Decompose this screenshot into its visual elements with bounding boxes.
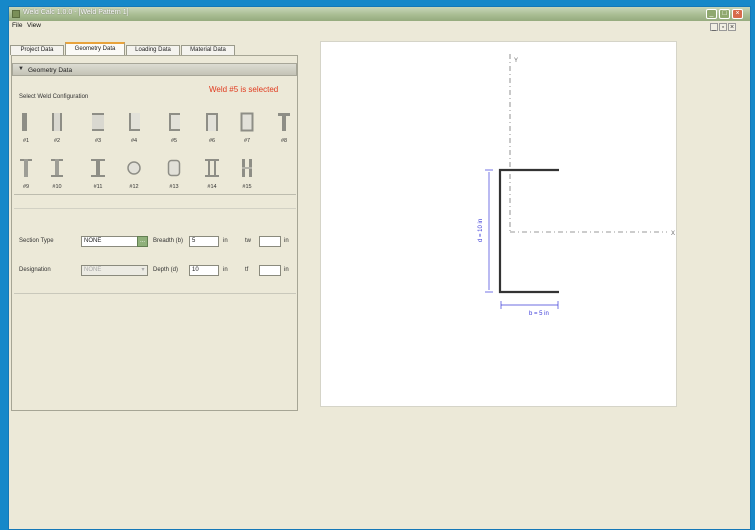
menu-file[interactable]: File: [12, 22, 22, 29]
maximize-button[interactable]: □: [719, 9, 730, 19]
weld-box-icon: [240, 112, 254, 132]
maximize-icon: □: [722, 10, 727, 17]
weld-config-button-7[interactable]: [240, 111, 254, 135]
weld-config-label: #4: [130, 138, 138, 144]
minimize-icon: _: [709, 10, 714, 17]
section-type-label: Section Type: [19, 238, 54, 244]
weld-i-beam-wide-icon: [91, 159, 105, 177]
weld-config-button-1[interactable]: [19, 111, 33, 135]
weld-i-double-icon: [205, 159, 219, 177]
weld-drawing: Y X d = 10 in b = 5 in: [478, 54, 675, 317]
minimize-button[interactable]: _: [706, 9, 717, 19]
selection-message: Weld #5 is selected: [209, 85, 279, 94]
depth-label: Depth (d): [153, 267, 179, 273]
weld-config-button-3[interactable]: [91, 111, 105, 135]
weld-channel-icon: [169, 113, 180, 131]
collapse-arrow-icon[interactable]: ▼: [18, 66, 24, 72]
weld-channel-shape: [498, 168, 559, 294]
divider: [14, 194, 296, 195]
x-axis-label: X: [671, 231, 675, 237]
weld-circle-icon: [127, 161, 141, 175]
weld-config-label: #10: [52, 184, 62, 190]
weld-double-vertical-icon: [242, 159, 252, 177]
section-type-field[interactable]: NONE: [81, 236, 138, 247]
app-icon: [12, 10, 20, 18]
weld-config-button-14[interactable]: [205, 157, 219, 181]
section-type-browse-button[interactable]: ...: [137, 236, 148, 247]
menu-bar: File View: [9, 21, 750, 32]
weld-config-label: #6: [208, 138, 216, 144]
weld-config-button-12[interactable]: [127, 157, 141, 181]
weld-config-label: #12: [129, 184, 139, 190]
depth-input[interactable]: 10: [189, 265, 219, 276]
mdi-restore-button[interactable]: ▫: [719, 23, 727, 31]
mdi-close-button[interactable]: ×: [728, 23, 736, 31]
tw-input[interactable]: [259, 236, 281, 247]
weld-config-button-9[interactable]: [19, 157, 33, 181]
main-window: Weld Calc 1.0.0 - [Weld Pattern 1] _ □ ×…: [8, 6, 751, 530]
divider: [14, 208, 296, 209]
geometry-panel: [11, 55, 298, 411]
weld-config-label: #5: [170, 138, 178, 144]
weld-config-label: #14: [207, 184, 217, 190]
weld-config-button-2[interactable]: [50, 111, 64, 135]
tw-label: tw: [245, 238, 251, 244]
weld-t-shape-icon: [278, 113, 290, 131]
designation-label: Designation: [19, 267, 51, 273]
weld-config-button-10[interactable]: [50, 157, 64, 181]
weld-config-button-11[interactable]: [91, 157, 105, 181]
breadth-dimension-label: b = 5 in: [529, 311, 549, 317]
tab-project-data[interactable]: Project Data: [10, 45, 64, 55]
weld-t-inverted-icon: [20, 159, 32, 177]
divider: [14, 293, 296, 294]
weld-config-button-5[interactable]: [167, 111, 181, 135]
weld-config-button-8[interactable]: [277, 111, 291, 135]
depth-unit: in: [223, 267, 228, 273]
weld-config-label: #2: [53, 138, 61, 144]
weld-config-label: #9: [22, 184, 30, 190]
weld-two-vertical-icon: [52, 113, 62, 131]
weld-config-button-13[interactable]: [167, 157, 181, 181]
title-bar[interactable]: Weld Calc 1.0.0 - [Weld Pattern 1] _ □ ×: [9, 7, 750, 21]
tab-geometry-data[interactable]: Geometry Data: [65, 42, 125, 55]
tab-loading-data[interactable]: Loading Data: [126, 45, 180, 55]
weld-preview-canvas[interactable]: Y X d = 10 in b = 5 in: [320, 41, 677, 407]
weld-config-label: #11: [93, 184, 103, 190]
weld-rounded-box-icon: [167, 159, 181, 177]
weld-angle-icon: [129, 113, 140, 131]
weld-config-button-15[interactable]: [240, 157, 254, 181]
weld-two-horizontal-icon: [92, 113, 104, 131]
close-icon: ×: [735, 10, 740, 17]
weld-config-button-6[interactable]: [205, 111, 219, 135]
mdi-minimize-button[interactable]: _: [710, 23, 718, 31]
tf-input[interactable]: [259, 265, 281, 276]
section-title: Geometry Data: [28, 67, 73, 74]
close-button[interactable]: ×: [732, 9, 743, 19]
weld-config-label: #15: [242, 184, 252, 190]
tab-material-data[interactable]: Material Data: [181, 45, 235, 55]
chevron-down-icon[interactable]: ▾: [138, 265, 148, 276]
weld-config-label: #8: [280, 138, 288, 144]
tf-unit: in: [284, 267, 289, 273]
config-label: Select Weld Configuration: [19, 94, 89, 100]
menu-view[interactable]: View: [27, 22, 41, 29]
breadth-input[interactable]: 5: [189, 236, 219, 247]
geometry-section-header[interactable]: ▼ Geometry Data: [12, 63, 297, 76]
weld-single-bar-icon: [22, 113, 27, 131]
weld-channel-h-icon: [206, 113, 218, 131]
tf-label: tf: [245, 267, 249, 273]
weld-config-label: #3: [94, 138, 102, 144]
breadth-unit: in: [223, 238, 228, 244]
window-title: Weld Calc 1.0.0 - [Weld Pattern 1]: [23, 9, 129, 16]
depth-dimension-label: d = 10 in: [478, 219, 484, 242]
breadth-label: Breadth (b): [153, 238, 184, 244]
weld-config-button-4[interactable]: [127, 111, 141, 135]
weld-i-beam-icon: [51, 159, 63, 177]
weld-config-label: #7: [243, 138, 251, 144]
weld-config-label: #13: [169, 184, 179, 190]
y-axis-label: Y: [514, 58, 518, 64]
weld-config-label: #1: [22, 138, 30, 144]
tw-unit: in: [284, 238, 289, 244]
